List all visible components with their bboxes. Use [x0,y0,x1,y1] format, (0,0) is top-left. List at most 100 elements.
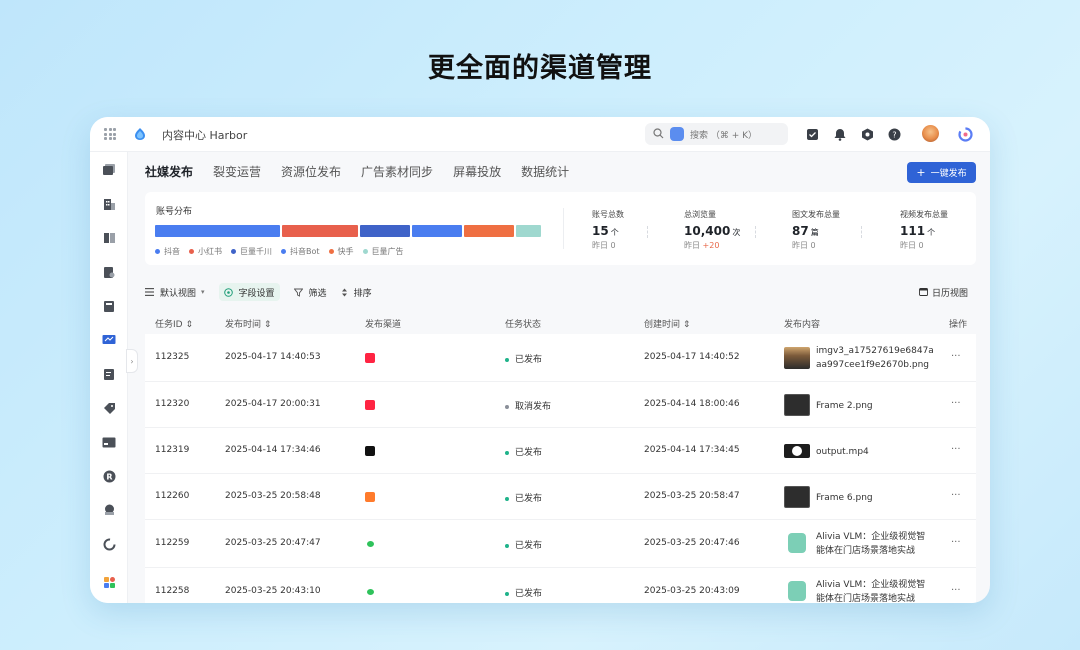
status-label: 已发布 [515,448,543,458]
bell-icon[interactable] [832,126,848,142]
more-actions-icon[interactable]: ··· [951,585,961,596]
task-id-cell: 112259 [155,538,190,548]
status-dot [505,543,509,548]
divider [563,208,564,249]
kpi-label: 视频发布总量 [900,210,948,219]
channel-icon [365,400,375,410]
help-icon[interactable]: ? [886,126,902,142]
status-cell: 取消发布 [505,399,551,412]
field-settings-button[interactable]: 字段设置 [218,283,280,301]
task-check-icon[interactable] [804,126,820,142]
status-label: 已发布 [515,355,543,365]
kpi-views: 总浏览量 10,400 次 昨日 +20 [684,209,740,251]
sidebar-item-card[interactable] [102,435,116,449]
sidebar-item-screen[interactable] [102,333,116,347]
sort-button[interactable]: 排序 [341,283,372,301]
table-row[interactable]: 112258 2025-03-25 20:43:10 已发布 2025-03-25 2… [145,568,976,603]
publish-time-cell: 2025-03-25 20:47:47 [225,538,321,548]
kpi-sub-label: 昨日 [792,241,808,250]
settings-icon[interactable] [859,126,875,142]
tab-data-stats[interactable]: 数据统计 [521,162,569,182]
status-cell: 已发布 [505,445,542,458]
task-id-cell: 112258 [155,586,190,596]
distribution-title: 账号分布 [156,207,193,217]
content-cell: imgv3_a17527619e6847a aa997cee1f9e2670b.p… [816,344,934,372]
kpi-sub-value: 0 [810,241,816,250]
assistant-icon[interactable] [957,126,973,142]
sidebar-item-content[interactable] [102,163,116,177]
calendar-view-label: 日历视图 [932,289,969,299]
loop-icon [103,538,115,550]
sidebar-item-tag[interactable] [102,401,116,415]
table-header: 任务ID ⇕ 发布时间 ⇕ 发布渠道 任务状态 创建时间 ⇕ 发布内容 操作 [145,312,976,334]
created-time-cell: 2025-04-17 14:40:52 [644,352,740,362]
filter-button[interactable]: 筛选 [293,283,327,301]
legend-label: 巨量广告 [371,247,404,256]
kpi-sub-value: +20 [702,241,720,250]
ai-search-icon [670,127,684,141]
legend-dot [155,249,160,254]
table-toolbar: 默认视图 ▾ 字段设置 筛选 排序 [145,283,386,301]
publish-time-cell: 2025-04-17 14:40:53 [225,352,321,362]
tab-resource-publish[interactable]: 资源位发布 [281,162,341,182]
calendar-view-button[interactable]: 日历视图 [919,286,968,299]
distribution-segment [282,225,358,237]
search-input[interactable]: 搜索 （⌘ + K） [645,123,788,145]
sidebar-collapse-toggle[interactable]: › [126,349,138,373]
sidebar-item-r[interactable]: R [102,469,116,483]
video-thumbnail [784,444,810,458]
table-row[interactable]: 112260 2025-03-25 20:58:48 已发布 2025-03-25 2… [145,474,976,520]
distribution-segment [359,225,410,237]
one-click-publish-button[interactable]: + 一键发布 [907,162,976,183]
tab-ad-sync[interactable]: 广告素材同步 [361,162,433,182]
content-line: imgv3_a17527619e6847a [816,346,934,356]
user-avatar[interactable] [922,125,939,142]
status-cell: 已发布 [505,491,542,504]
frame-thumbnail [784,486,810,508]
sidebar-item-report[interactable] [102,367,116,381]
sidebar-item-apps[interactable] [102,575,116,589]
status-cell: 已发布 [505,538,542,551]
tab-screen-delivery[interactable]: 屏幕投放 [453,162,501,182]
more-actions-icon[interactable]: ··· [951,444,961,455]
table-row[interactable]: 112259 2025-03-25 20:47:47 已发布 2025-03-25 2… [145,520,976,568]
column-header-created[interactable]: 创建时间 ⇕ [644,317,690,330]
caret-down-icon: ▾ [201,288,205,296]
content-line: 能体在门店场景落地实战 [816,594,916,603]
content-line: Frame 2.png [816,401,873,411]
column-header-publish-time[interactable]: 发布时间 ⇕ [225,317,271,330]
tab-fission-ops[interactable]: 裂变运营 [213,162,261,182]
column-header-task-id[interactable]: 任务ID ⇕ [155,317,193,330]
channel-icon [365,446,375,456]
status-label: 已发布 [515,494,543,504]
sidebar-item-cloud[interactable] [102,503,116,517]
channel-icon [365,353,375,363]
status-cell: 已发布 [505,352,542,365]
app-grid-icon[interactable] [104,128,116,140]
legend-dot [328,249,334,254]
sidebar-item-spinner[interactable] [102,537,116,551]
table-row[interactable]: 112325 2025-04-17 14:40:53 已发布 2025-04-17 1… [145,334,976,382]
more-actions-icon[interactable]: ··· [951,490,961,501]
app-title: 内容中心 Harbor [162,129,248,142]
more-actions-icon[interactable]: ··· [951,537,961,548]
view-selector[interactable]: 默认视图 ▾ [145,283,205,301]
tab-social-publish[interactable]: 社媒发布 [145,162,193,182]
status-label: 已发布 [515,589,543,599]
document-thumbnail [788,533,806,553]
sidebar-item-search-doc[interactable] [102,265,116,279]
content-cell: Frame 2.png [816,399,873,413]
table-row[interactable]: 112319 2025-04-14 17:34:46 已发布 2025-04-14 1… [145,428,976,474]
search-placeholder: 搜索 （⌘ + K） [690,131,758,141]
table-row[interactable]: 112320 2025-04-17 20:00:31 取消发布 2025-04-14 … [145,382,976,428]
content-line: Frame 6.png [816,493,873,503]
more-actions-icon[interactable]: ··· [951,351,961,362]
sidebar-item-book[interactable] [102,231,116,245]
sidebar-item-building[interactable] [102,197,116,211]
sidebar-item-calculator[interactable] [102,299,116,313]
kpi-value: 87 [792,224,809,238]
distribution-bar [155,225,551,237]
more-actions-icon[interactable]: ··· [951,398,961,409]
kpi-accounts: 账号总数 15 个 昨日 0 [592,209,624,251]
calendar-icon [919,287,928,299]
